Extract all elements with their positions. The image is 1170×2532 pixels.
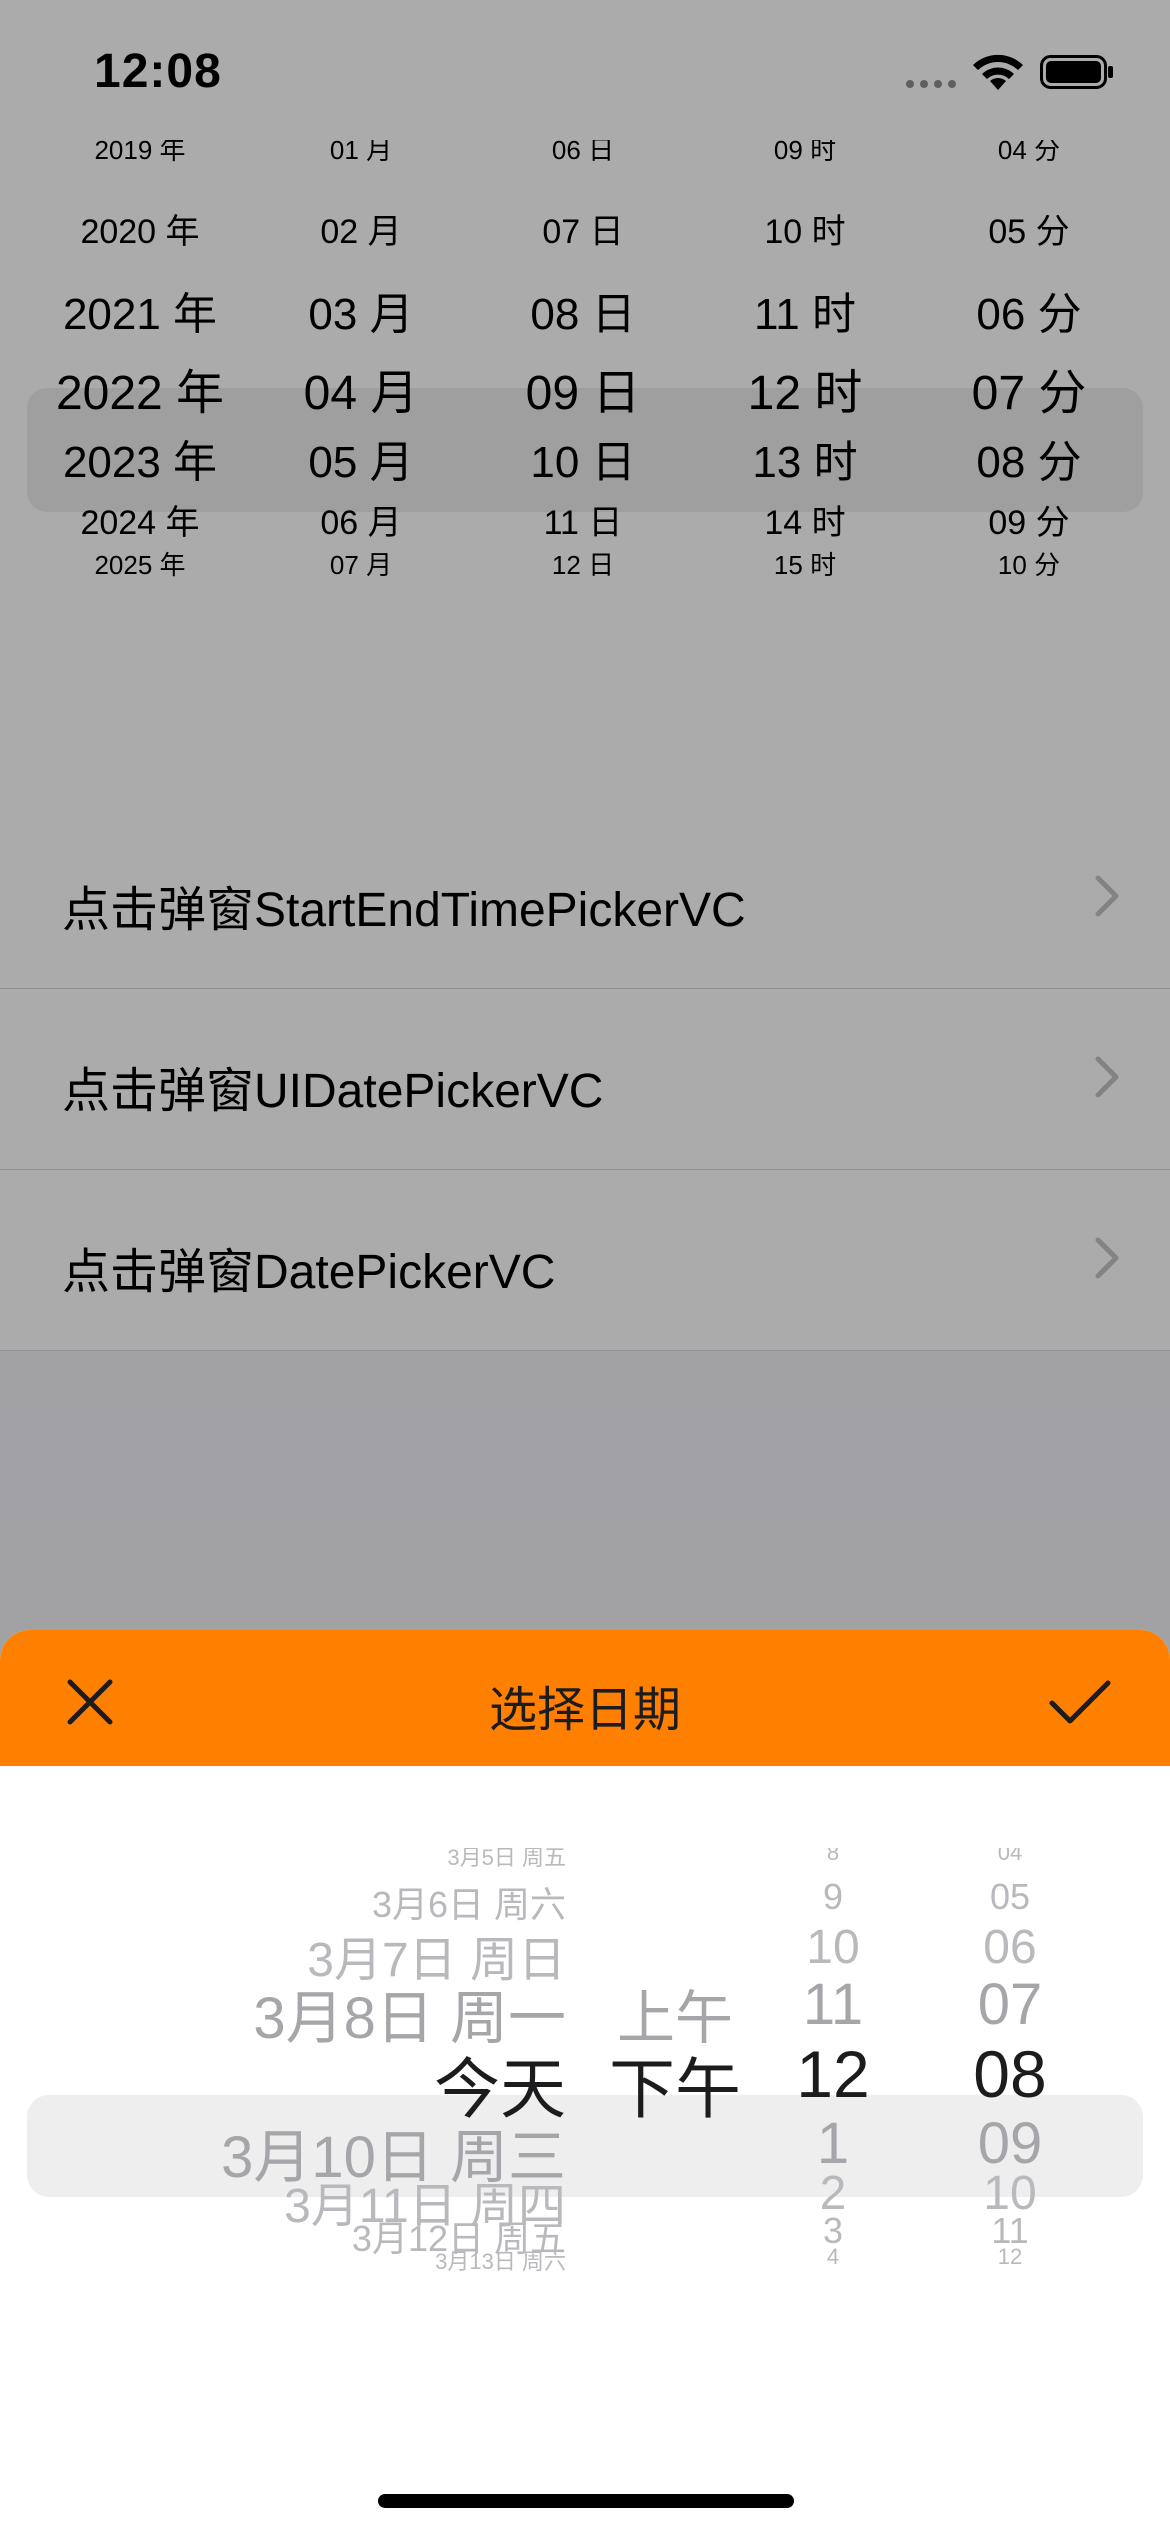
date-column[interactable]: 3月5日 周五 3月6日 周六 3月7日 周日 3月8日 周一 今天 3月10日 周三 3月… — [100, 1848, 566, 2428]
minute-option[interactable]: 06 — [930, 1920, 1090, 1975]
date-picker-sheet: 选择日期 3月5日 周五 3月6日 周六 3月7日 周日 3月8日 周一 今天 3月10日… — [0, 1630, 1170, 2532]
home-indicator — [378, 2494, 794, 2508]
hour-option[interactable]: 8 — [768, 1848, 898, 1866]
hour-option[interactable]: 4 — [768, 2244, 898, 2270]
hour-option[interactable]: 10 — [768, 1920, 898, 1975]
sheet-header: 选择日期 — [0, 1630, 1170, 1766]
hour-option[interactable]: 9 — [768, 1876, 898, 1918]
ampm-option[interactable]: 下午 — [592, 2036, 758, 2132]
checkmark-icon — [1049, 1680, 1111, 1724]
hour-option[interactable]: 11 — [768, 1971, 898, 2038]
minute-column[interactable]: 04 05 06 07 08 09 10 11 12 — [930, 1848, 1090, 2428]
confirm-button[interactable] — [1040, 1666, 1120, 1738]
date-time-wheel[interactable]: 3月5日 周五 3月6日 周六 3月7日 周日 3月8日 周一 今天 3月10日 周三 3月… — [0, 1848, 1170, 2428]
date-option[interactable]: 3月13日 周六 — [100, 2244, 566, 2276]
minute-option[interactable]: 12 — [930, 2244, 1090, 2270]
minute-option[interactable]: 08 — [930, 2036, 1090, 2112]
hour-option[interactable]: 12 — [768, 2036, 898, 2112]
minute-option[interactable]: 07 — [930, 1971, 1090, 2038]
minute-option[interactable]: 04 — [930, 1848, 1090, 1866]
hour-column[interactable]: 8 9 10 11 12 1 2 3 4 — [768, 1848, 898, 2428]
date-option[interactable]: 3月5日 周五 — [100, 1848, 566, 1872]
sheet-title: 选择日期 — [488, 1684, 681, 1737]
ampm-column[interactable]: 上午 下午 — [592, 1848, 758, 2428]
minute-option[interactable]: 05 — [930, 1876, 1090, 1918]
